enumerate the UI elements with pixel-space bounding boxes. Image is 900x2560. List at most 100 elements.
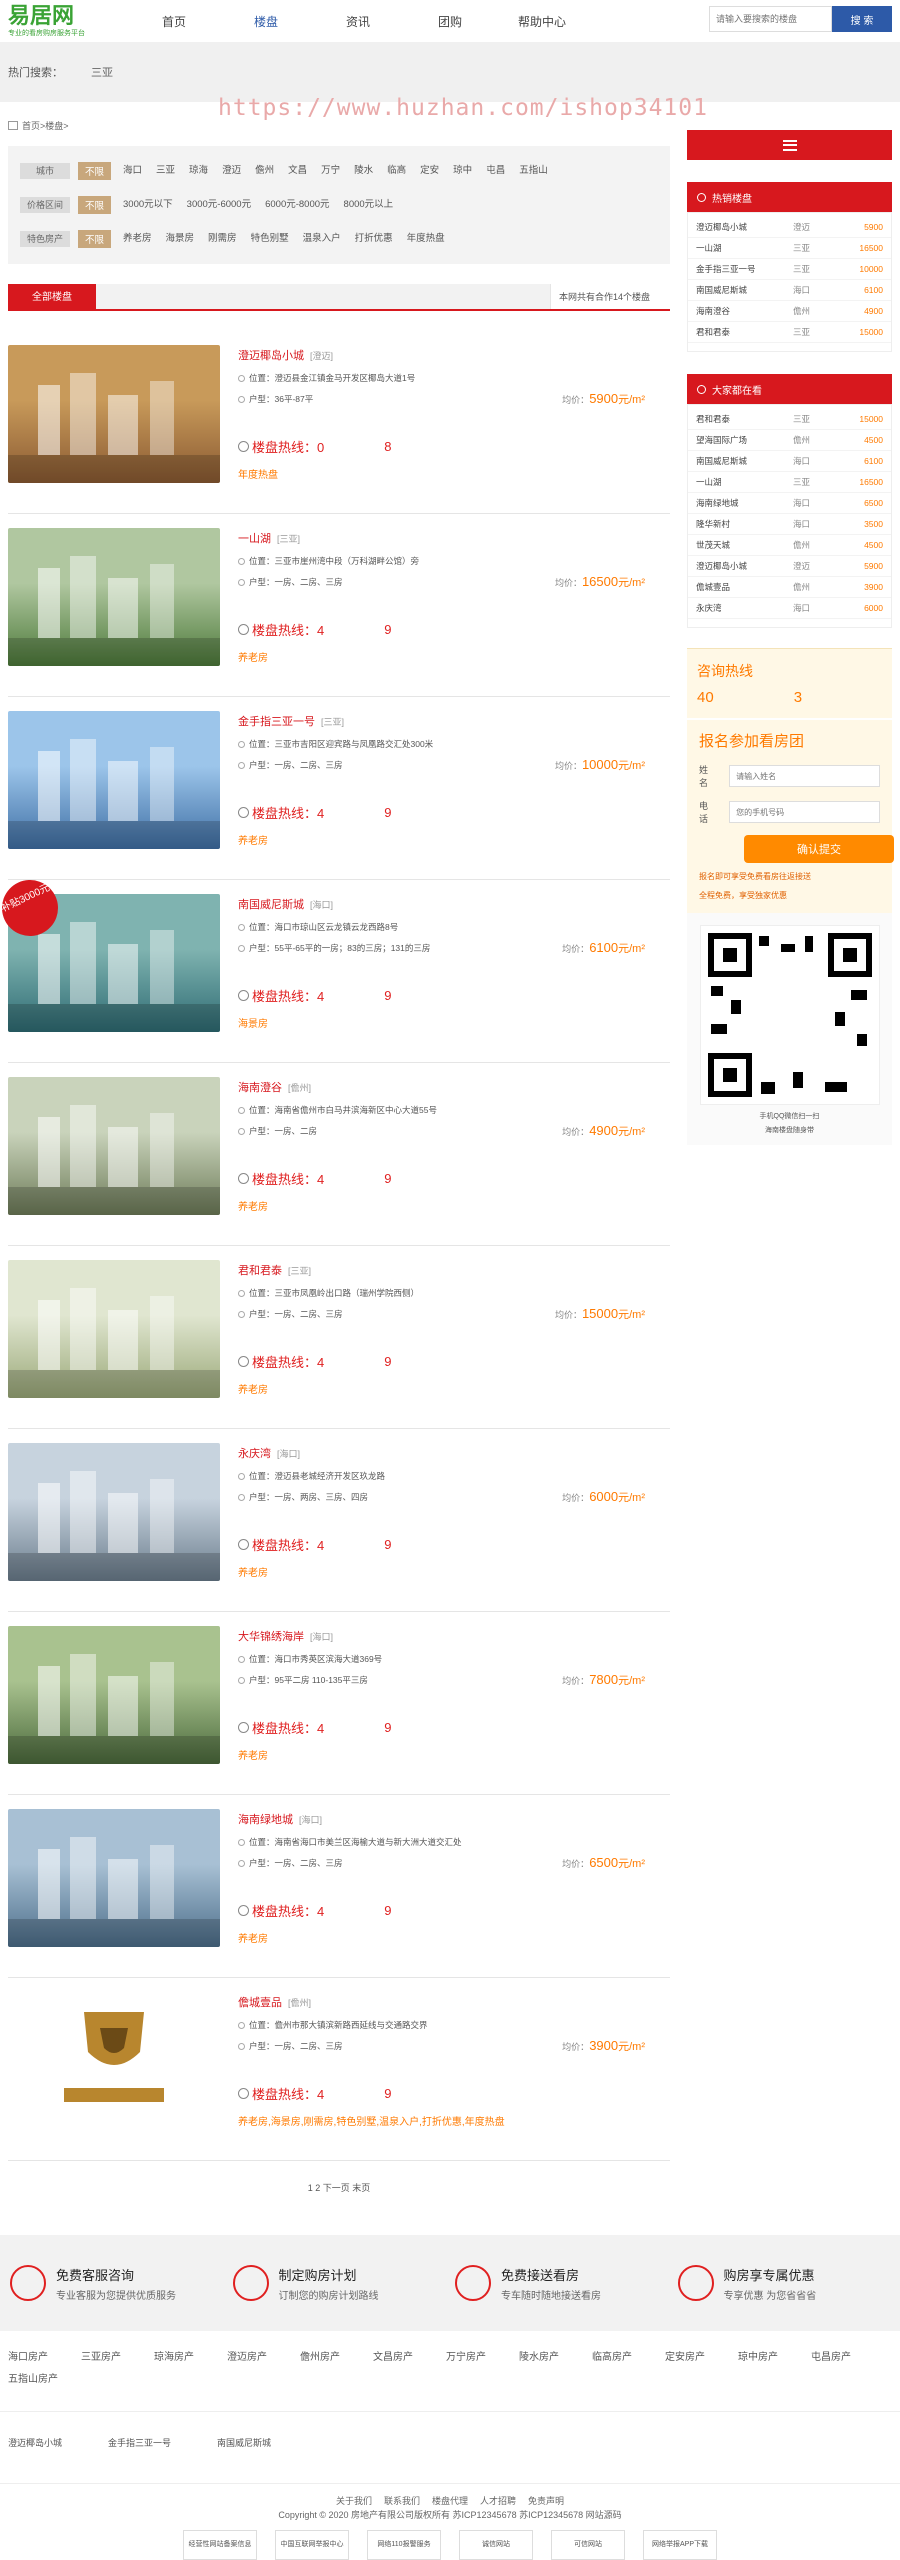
- friend-link[interactable]: 南国威尼斯城: [217, 2438, 271, 2448]
- property-tags[interactable]: 养老房: [238, 649, 268, 664]
- property-card[interactable]: 海南澄谷[儋州]位置：海南省儋州市白马井滨海新区中心大道55号户型：一房、二房均…: [8, 1063, 670, 1246]
- friend-link[interactable]: 金手指三亚一号: [108, 2438, 171, 2448]
- city-link[interactable]: 琼中房产: [738, 2347, 778, 2369]
- side-item-name[interactable]: 一山湖: [696, 476, 793, 488]
- certificate-seal[interactable]: 可信网站: [551, 2530, 625, 2560]
- side-list-item[interactable]: 澄迈椰岛小城澄迈5900: [688, 217, 891, 238]
- city-option[interactable]: 屯昌: [486, 162, 505, 180]
- property-photo[interactable]: [8, 1992, 220, 2130]
- property-name[interactable]: 海南澄谷: [238, 1082, 282, 1094]
- city-option[interactable]: 不限: [78, 162, 111, 180]
- side-item-name[interactable]: 望海国际广场: [696, 434, 793, 446]
- property-card[interactable]: 永庆湾[海口]位置：澄迈县老城经济开发区玖龙路户型：一房、两房、三房、四房均价：…: [8, 1429, 670, 1612]
- search-input[interactable]: [709, 6, 832, 32]
- city-link[interactable]: 屯昌房产: [811, 2347, 851, 2369]
- pagination[interactable]: 1 2 下一页 末页: [8, 2181, 670, 2221]
- property-tags[interactable]: 养老房: [238, 1198, 268, 1213]
- feature-option[interactable]: 特色别墅: [251, 230, 289, 248]
- home-icon[interactable]: [8, 121, 18, 130]
- city-option[interactable]: 定安: [420, 162, 439, 180]
- property-photo[interactable]: [8, 1443, 220, 1581]
- property-name[interactable]: 君和君泰: [238, 1265, 282, 1277]
- city-link[interactable]: 万宁房产: [446, 2347, 486, 2369]
- certificate-seal[interactable]: 经营性网站备案信息: [183, 2530, 257, 2560]
- feature-option[interactable]: 不限: [78, 230, 111, 248]
- side-item-name[interactable]: 南国威尼斯城: [696, 284, 793, 296]
- city-option[interactable]: 万宁: [321, 162, 340, 180]
- property-tags[interactable]: 养老房: [238, 1381, 268, 1396]
- property-photo[interactable]: [8, 1077, 220, 1215]
- feature-option[interactable]: 打折优惠: [355, 230, 393, 248]
- property-photo[interactable]: [8, 528, 220, 666]
- certificate-seal[interactable]: 网络举报APP下载: [643, 2530, 717, 2560]
- side-list-item[interactable]: 儋城壹品儋州3900: [688, 577, 891, 598]
- property-name[interactable]: 大华锦绣海岸: [238, 1631, 304, 1643]
- city-option[interactable]: 临高: [387, 162, 406, 180]
- property-name[interactable]: 澄迈椰岛小城: [238, 350, 304, 362]
- side-item-name[interactable]: 一山湖: [696, 242, 793, 254]
- side-item-name[interactable]: 海南绿地城: [696, 497, 793, 509]
- property-name[interactable]: 南国威尼斯城: [238, 899, 304, 911]
- city-option[interactable]: 儋州: [255, 162, 274, 180]
- side-list-item[interactable]: 澄迈椰岛小城澄迈5900: [688, 556, 891, 577]
- city-link[interactable]: 陵水房产: [519, 2347, 559, 2369]
- property-tags[interactable]: 养老房: [238, 1747, 268, 1762]
- breadcrumb-text[interactable]: 首页>楼盘>: [22, 119, 69, 132]
- footer-nav-link[interactable]: 免责声明: [528, 2496, 564, 2506]
- certificate-seal[interactable]: 网络110报警服务: [367, 2530, 441, 2560]
- city-option[interactable]: 陵水: [354, 162, 373, 180]
- feature-option[interactable]: 养老房: [123, 230, 152, 248]
- friend-link[interactable]: 澄迈椰岛小城: [8, 2438, 62, 2448]
- property-photo[interactable]: [8, 345, 220, 483]
- side-item-name[interactable]: 澄迈椰岛小城: [696, 560, 793, 572]
- nav-home[interactable]: 首页: [128, 13, 220, 30]
- property-photo[interactable]: [8, 1260, 220, 1398]
- property-name[interactable]: 海南绿地城: [238, 1814, 293, 1826]
- feature-option[interactable]: 年度热盘: [407, 230, 445, 248]
- phone-input[interactable]: [729, 801, 880, 823]
- nav-properties[interactable]: 楼盘: [220, 13, 312, 30]
- city-option[interactable]: 琼中: [453, 162, 472, 180]
- property-card[interactable]: 金手指三亚一号[三亚]位置：三亚市吉阳区迎宾路与凤凰路交汇处300米户型：一房、…: [8, 697, 670, 880]
- side-list-item[interactable]: 永庆湾海口6000: [688, 598, 891, 619]
- price-option[interactable]: 8000元以上: [344, 196, 394, 214]
- city-option[interactable]: 三亚: [156, 162, 175, 180]
- property-tags[interactable]: 海景房: [238, 1015, 268, 1030]
- property-photo[interactable]: [8, 1809, 220, 1947]
- footer-nav-link[interactable]: 关于我们: [336, 2496, 372, 2506]
- property-tags[interactable]: 养老房: [238, 832, 268, 847]
- side-item-name[interactable]: 儋城壹品: [696, 581, 793, 593]
- side-list-item[interactable]: 君和君泰三亚15000: [688, 322, 891, 343]
- nav-help[interactable]: 帮助中心: [496, 13, 588, 30]
- property-card[interactable]: 君和君泰[三亚]位置：三亚市凤凰岭出口路（瑞州学院西侧）户型：一房、二房、三房均…: [8, 1246, 670, 1429]
- side-list-item[interactable]: 一山湖三亚16500: [688, 238, 891, 259]
- property-name[interactable]: 永庆湾: [238, 1448, 271, 1460]
- price-option[interactable]: 3000元-6000元: [187, 196, 251, 214]
- price-option[interactable]: 不限: [78, 196, 111, 214]
- search-button[interactable]: 搜 索: [832, 6, 892, 32]
- certificate-seal[interactable]: 中国互联网举报中心: [275, 2530, 349, 2560]
- property-tags[interactable]: 养老房: [238, 1930, 268, 1945]
- property-card[interactable]: 海南绿地城[海口]位置：海南省海口市美兰区海榆大道与新大洲大道交汇处户型：一房、…: [8, 1795, 670, 1978]
- city-link[interactable]: 海口房产: [8, 2347, 48, 2369]
- side-list-item[interactable]: 隆华新村海口3500: [688, 514, 891, 535]
- property-card[interactable]: 补贴3000元南国威尼斯城[海口]位置：海口市琼山区云龙镇云龙西路8号户型：55…: [8, 880, 670, 1063]
- city-link[interactable]: 儋州房产: [300, 2347, 340, 2369]
- city-link[interactable]: 琼海房产: [154, 2347, 194, 2369]
- side-item-name[interactable]: 海南澄谷: [696, 305, 793, 317]
- property-card[interactable]: 大华锦绣海岸[海口]位置：海口市秀英区滨海大道369号户型：95平二房 110-…: [8, 1612, 670, 1795]
- city-option[interactable]: 五指山: [519, 162, 548, 180]
- side-item-name[interactable]: 南国威尼斯城: [696, 455, 793, 467]
- footer-nav-link[interactable]: 楼盘代理: [432, 2496, 468, 2506]
- city-link[interactable]: 定安房产: [665, 2347, 705, 2369]
- city-option[interactable]: 琼海: [189, 162, 208, 180]
- side-item-name[interactable]: 隆华新村: [696, 518, 793, 530]
- property-card[interactable]: 儋城壹品[儋州]位置：儋州市那大镇滨新路西延线与交通路交界户型：一房、二房、三房…: [8, 1978, 670, 2161]
- property-tags[interactable]: 年度热盘: [238, 466, 278, 481]
- side-list-item[interactable]: 君和君泰三亚15000: [688, 409, 891, 430]
- side-list-item[interactable]: 南国威尼斯城海口6100: [688, 280, 891, 301]
- side-item-name[interactable]: 澄迈椰岛小城: [696, 221, 793, 233]
- menu-button[interactable]: [687, 130, 892, 160]
- feature-option[interactable]: 温泉入户: [303, 230, 341, 248]
- property-tags[interactable]: 养老房: [238, 1564, 268, 1579]
